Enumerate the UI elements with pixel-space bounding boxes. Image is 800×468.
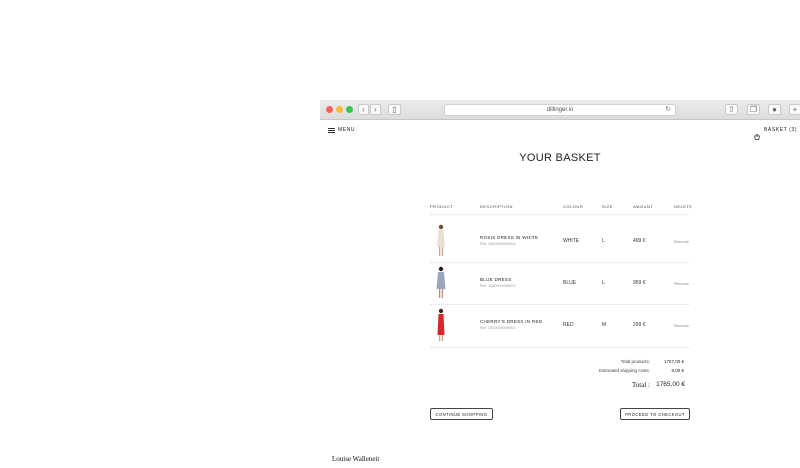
forward-icon[interactable]: ›: [370, 104, 381, 115]
dress-shape: [437, 314, 445, 335]
total-label: Total :: [632, 381, 650, 389]
back-icon[interactable]: ‹: [358, 104, 369, 115]
product-ref: Ref. 1000000000001: [480, 284, 516, 288]
divider: [430, 304, 690, 305]
product-amount: 499 €: [633, 238, 646, 244]
dress-shape: [436, 272, 446, 289]
new-tab-icon[interactable]: +: [789, 104, 800, 115]
product-image[interactable]: [434, 224, 448, 263]
product-name[interactable]: BLUE DRESS: [480, 277, 512, 282]
address-bar[interactable]: dillinger.io ↻: [444, 104, 676, 116]
product-colour: BLUE: [563, 280, 577, 286]
product-ref: Ref. 1000000000001: [480, 242, 516, 246]
product-amount: 299 €: [633, 322, 646, 328]
shipping-label: Estimated shipping costs:: [598, 368, 650, 373]
divider: [430, 262, 690, 263]
sidebar-icon[interactable]: ▯: [388, 104, 401, 115]
close-window-button[interactable]: [326, 106, 333, 113]
product-colour: WHITE: [563, 238, 580, 244]
reload-icon[interactable]: ↻: [665, 105, 671, 115]
product-name[interactable]: ROSIS DRESS IN WHITE: [480, 235, 538, 240]
column-header-product: PRODUCT: [430, 204, 454, 209]
column-header-amount: AMOUNT: [633, 204, 654, 209]
tabs-icon[interactable]: ❐: [747, 104, 760, 115]
remove-link[interactable]: Remove: [674, 281, 689, 286]
product-image[interactable]: [434, 266, 448, 305]
shipping-value: 8,00 €: [671, 368, 684, 373]
product-name[interactable]: CHERRY'S DRESS IN RED: [480, 319, 542, 324]
total-products-value: 1757,00 €: [663, 359, 684, 364]
divider: [430, 347, 690, 348]
maximize-window-button[interactable]: [346, 106, 353, 113]
column-header-description: DESCRIPTION: [480, 204, 513, 209]
signature-logo: Louise Walleneit: [332, 455, 380, 463]
product-ref: Ref. 1000000000001: [480, 326, 516, 330]
url-text: dillinger.io: [546, 107, 574, 113]
total-products-label: Total products:: [620, 359, 650, 364]
product-size: L: [602, 280, 605, 286]
product-amount: 959 €: [633, 280, 646, 286]
share-icon[interactable]: ⇧: [725, 104, 738, 115]
browser-window: ‹ › ▯ dillinger.io ↻ ⇧ ❐ ● + MENU BASKET…: [320, 100, 800, 468]
menu-link[interactable]: MENU: [338, 127, 355, 133]
basket-icon[interactable]: [754, 127, 760, 140]
extension-icon[interactable]: ●: [768, 104, 781, 115]
proceed-to-checkout-button[interactable]: PROCEED TO CHECKOUT: [620, 408, 690, 420]
remove-link[interactable]: Remove: [674, 239, 689, 244]
product-size: M: [602, 322, 607, 328]
browser-toolbar: ‹ › ▯ dillinger.io ↻ ⇧ ❐ ● +: [320, 100, 800, 120]
product-size: L: [602, 238, 605, 244]
basket-link[interactable]: BASKET (3): [764, 127, 797, 133]
column-header-delete: DELETE: [674, 204, 693, 209]
hamburger-icon[interactable]: [328, 128, 335, 133]
page-title: YOUR BASKET: [519, 152, 601, 164]
total-value: 1765,00 €: [656, 381, 685, 388]
continue-shopping-button[interactable]: CONTINUE SHOPPING: [430, 408, 493, 420]
minimize-window-button[interactable]: [336, 106, 343, 113]
dress-shape: [437, 230, 445, 247]
remove-link[interactable]: Remove: [674, 323, 689, 328]
product-image[interactable]: [434, 308, 448, 347]
column-header-colour: COLOUR: [563, 204, 584, 209]
divider: [430, 214, 690, 215]
column-header-size: SIZE: [602, 204, 613, 209]
product-colour: RED: [563, 322, 574, 328]
